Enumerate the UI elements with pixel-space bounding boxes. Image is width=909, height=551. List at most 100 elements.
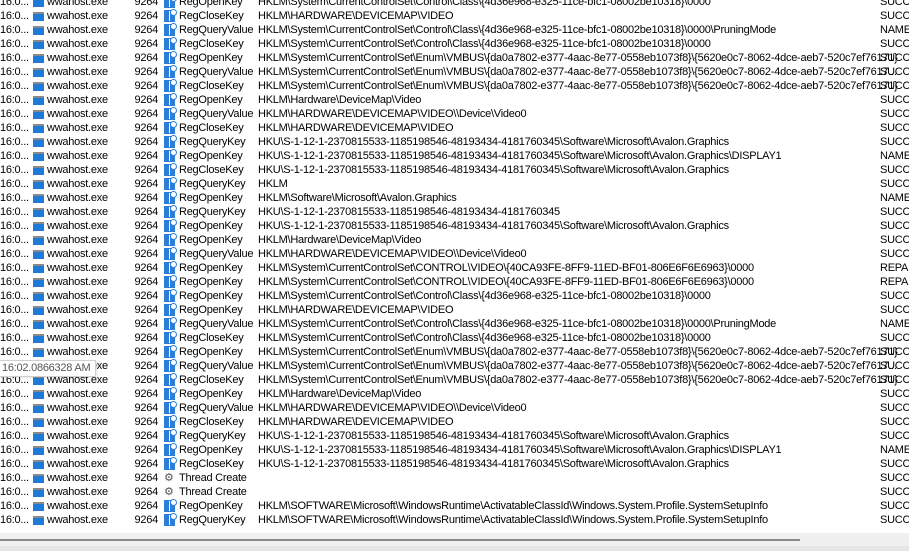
registry-icon — [164, 513, 177, 526]
table-row[interactable]: 16:0... wwahost.exe 9264 RegCloseKey HKU\S-1… — [0, 163, 909, 177]
registry-icon — [164, 401, 177, 414]
process-icon — [33, 306, 44, 315]
operation-cell: RegQueryValue — [179, 108, 254, 120]
table-row[interactable]: 16:0... wwahost.exe 9264 RegQueryKey HKLM SUC… — [0, 177, 909, 191]
result-cell: REPA — [880, 276, 909, 288]
table-row[interactable]: 16:0... wwahost.exe 9264 RegCloseKey HKLM\Sy… — [0, 373, 909, 387]
thread-icon: ⚙ — [164, 472, 174, 484]
process-icon — [33, 390, 44, 399]
pid-cell: 9264 — [134, 10, 159, 22]
table-row[interactable]: 16:0...wwahost.exe9264RegQueryValueHKLM\… — [0, 359, 909, 373]
pid-cell: 9264 — [134, 0, 159, 8]
registry-icon — [164, 177, 177, 190]
table-row[interactable]: 16:0... wwahost.exe 9264 RegCloseKey HKLM\Sy… — [0, 37, 909, 51]
table-row[interactable]: 16:0...wwahost.exe9264RegQueryValueHKLM\… — [0, 247, 909, 261]
operation-cell: RegCloseKey — [179, 122, 244, 134]
table-row[interactable]: 16:0... wwahost.exe 9264 RegOpenKey HKLM\Sys… — [0, 345, 909, 359]
registry-icon — [164, 51, 177, 64]
table-row[interactable]: 16:0... wwahost.exe 9264 ⚙ Thread Create SUCC — [0, 485, 909, 499]
pid-cell: 9264 — [134, 178, 159, 190]
registry-icon — [164, 65, 177, 78]
process-icon — [33, 278, 44, 287]
table-row[interactable]: 16:0...wwahost.exe9264RegQueryValueHKLM\… — [0, 107, 909, 121]
time-cell: 16:0... — [0, 444, 29, 456]
result-cell: SUCC — [880, 164, 909, 176]
time-cell: 16:0... — [0, 332, 29, 344]
path-cell: HKLM\HARDWARE\DEVICEMAP\VIDEO — [258, 122, 454, 134]
table-row[interactable]: 16:0... wwahost.exe 9264 RegCloseKey HKU\S-1… — [0, 457, 909, 471]
process-icon — [33, 152, 44, 161]
registry-icon — [164, 415, 177, 428]
table-row[interactable]: 16:0... wwahost.exe 9264 RegCloseKey HKLM\HA… — [0, 9, 909, 23]
result-cell: NAME — [880, 444, 909, 456]
path-cell: HKLM\HARDWARE\DEVICEMAP\VIDEO — [258, 10, 454, 22]
path-cell: HKLM\HARDWARE\DEVICEMAP\VIDEO\\Device\Vi… — [258, 248, 527, 260]
table-row[interactable]: 16:0...wwahost.exe9264RegQueryValueHKLM\… — [0, 401, 909, 415]
table-row[interactable]: 16:0... wwahost.exe 9264 RegOpenKey HKU\S-1-… — [0, 443, 909, 457]
process-name-cell: wwahost.exe — [47, 486, 108, 498]
pid-cell: 9264 — [134, 66, 159, 78]
table-row[interactable]: 16:0...wwahost.exe9264RegQueryValueHKLM\… — [0, 65, 909, 79]
operation-cell: RegQueryValue — [179, 360, 254, 372]
process-icon — [33, 0, 44, 7]
operation-cell: RegOpenKey — [179, 276, 243, 288]
path-cell: HKLM\Hardware\DeviceMap\Video — [258, 234, 422, 246]
table-row[interactable]: 16:0... wwahost.exe 9264 RegOpenKey HKLM\Har… — [0, 387, 909, 401]
process-icon — [33, 236, 44, 245]
registry-icon — [164, 163, 177, 176]
process-icon — [33, 82, 44, 91]
time-cell: 16:0... — [0, 10, 29, 22]
table-row[interactable]: 16:0... wwahost.exe 9264 RegQueryKey HKU\S-1… — [0, 205, 909, 219]
table-row[interactable]: 16:0... wwahost.exe 9264 RegOpenKey HKLM\Sys… — [0, 51, 909, 65]
table-row[interactable]: 16:0... wwahost.exe 9264 RegCloseKey HKLM\Sy… — [0, 79, 909, 93]
process-icon — [33, 474, 44, 483]
operation-cell: RegQueryKey — [179, 178, 246, 190]
pid-cell: 9264 — [134, 360, 159, 372]
table-row[interactable]: 16:0... wwahost.exe 9264 RegOpenKey HKLM\Har… — [0, 233, 909, 247]
result-cell: SUCC — [880, 94, 909, 106]
table-row[interactable]: 16:0...wwahost.exe9264RegQueryValueHKLM\… — [0, 317, 909, 331]
table-row[interactable]: 16:0... wwahost.exe 9264 RegOpenKey HKLM\Har… — [0, 93, 909, 107]
operation-cell: RegCloseKey — [179, 332, 244, 344]
result-cell: SUCC — [880, 0, 909, 8]
process-icon — [33, 54, 44, 63]
registry-icon — [164, 23, 177, 36]
table-row[interactable]: 16:0... wwahost.exe 9264 RegQueryKey HKLM\SO… — [0, 513, 909, 527]
time-cell: 16:0... — [0, 80, 29, 92]
table-row[interactable]: 16:0... wwahost.exe 9264 RegCloseKey HKLM\HA… — [0, 121, 909, 135]
table-row[interactable]: 16:0... wwahost.exe 9264 RegOpenKey HKLM\SOF… — [0, 499, 909, 513]
table-row[interactable]: 16:0... wwahost.exe 9264 RegQueryKey HKU\S-1… — [0, 135, 909, 149]
registry-icon — [164, 191, 177, 204]
process-icon — [33, 208, 44, 217]
result-cell: SUCC — [880, 136, 909, 148]
result-cell: SUCC — [880, 304, 909, 316]
table-row[interactable]: 16:0... wwahost.exe 9264 RegOpenKey HKLM\Sys… — [0, 261, 909, 275]
scrollbar-thumb[interactable] — [0, 539, 800, 541]
registry-icon — [164, 261, 177, 274]
table-row[interactable]: 16:0... wwahost.exe 9264 RegOpenKey HKLM\HAR… — [0, 303, 909, 317]
result-cell: SUCC — [880, 332, 909, 344]
table-row[interactable]: 16:0... wwahost.exe 9264 ⚙ Thread Create SUCC — [0, 471, 909, 485]
table-row[interactable]: 16:0... wwahost.exe 9264 RegCloseKey HKLM\Sy… — [0, 331, 909, 345]
operation-cell: Thread Create — [179, 472, 247, 484]
pid-cell: 9264 — [134, 332, 159, 344]
operation-cell: RegCloseKey — [179, 416, 244, 428]
table-row[interactable]: 16:0... wwahost.exe 9264 RegOpenKey HKU\S-1-… — [0, 219, 909, 233]
table-row[interactable]: 16:0... wwahost.exe 9264 RegQueryKey HKU\S-1… — [0, 429, 909, 443]
table-row[interactable]: 16:0... wwahost.exe 9264 RegOpenKey HKLM\Sys… — [0, 0, 909, 9]
table-row[interactable]: 16:0... wwahost.exe 9264 RegOpenKey HKU\S-1-… — [0, 149, 909, 163]
process-name-cell: wwahost.exe — [47, 276, 108, 288]
process-name-cell: wwahost.exe — [47, 0, 108, 8]
table-row[interactable]: 16:0...wwahost.exe9264RegQueryValueHKLM\… — [0, 23, 909, 37]
pid-cell: 9264 — [134, 150, 159, 162]
result-cell: SUCC — [880, 416, 909, 428]
table-row[interactable]: 16:0... wwahost.exe 9264 RegOpenKey HKLM\Sof… — [0, 191, 909, 205]
time-cell: 16:0... — [0, 66, 29, 78]
result-cell: SUCC — [880, 206, 909, 218]
table-row[interactable]: 16:0... wwahost.exe 9264 RegCloseKey HKLM\HA… — [0, 415, 909, 429]
pid-cell: 9264 — [134, 472, 159, 484]
table-row[interactable]: 16:0... wwahost.exe 9264 RegOpenKey HKLM\Sys… — [0, 289, 909, 303]
result-cell: SUCC — [880, 374, 909, 386]
process-name-cell: wwahost.exe — [47, 80, 108, 92]
table-row[interactable]: 16:0... wwahost.exe 9264 RegOpenKey HKLM\Sys… — [0, 275, 909, 289]
